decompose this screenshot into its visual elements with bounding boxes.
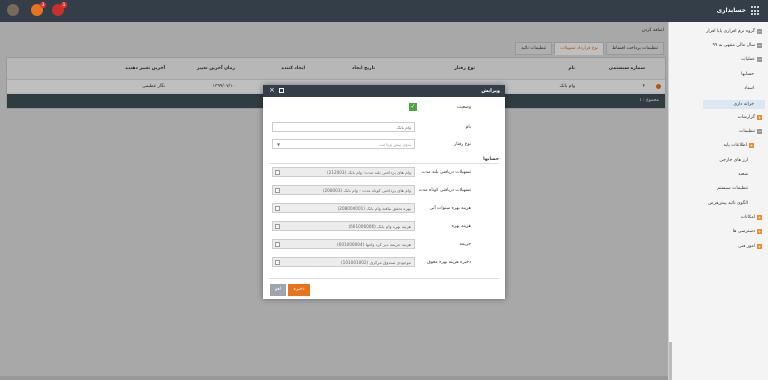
sidebar-item-operations[interactable]: عملیات − [741, 57, 762, 62]
lookup-value: وام های پرداختی بلند مدت- وام بانک (2120… [326, 170, 411, 175]
sidebar-item-treasury[interactable]: خزانه داری [703, 100, 765, 109]
sidebar-item-settings[interactable]: تنظیمات − [739, 129, 762, 134]
lookup-icon[interactable] [275, 260, 280, 265]
sidebar-item-label: خزانه داری [733, 102, 754, 107]
sidebar-item-label: الگوی تائید پیش‌فرض [708, 201, 748, 206]
sidebar-item-label: اسناد [744, 86, 754, 91]
name-input[interactable]: وام بانک [272, 122, 415, 132]
sidebar-item-label: تنظیمات [739, 129, 755, 134]
future-interest-lookup[interactable]: بهره تحقق نیافته وام بانک (208004001) [272, 203, 415, 213]
penalty-lookup[interactable]: هزینه جریمه دیر کرد وامها (601006004) [272, 239, 415, 249]
sidebar-item-reports[interactable]: گزارشات + [738, 115, 762, 120]
field-label: جریمه [459, 242, 471, 247]
interest-expense-lookup[interactable]: هزینه بهره وام بانک (601006006) [272, 221, 415, 231]
top-bar: حسابداری 3 1 [0, 0, 768, 22]
sidebar-item-label: دسترسی ها [732, 229, 755, 234]
plus-icon: + [749, 143, 754, 148]
status-checkbox[interactable]: ✓ [409, 103, 417, 111]
sidebar-item-label: امکانات [740, 215, 755, 220]
sidebar-item-label: گروه نرم افزاری پایا افزار [706, 29, 755, 34]
accounts-section-title: حسابها [483, 157, 499, 162]
sidebar-item-label: گزارشات [737, 115, 755, 120]
lookup-icon[interactable] [275, 242, 280, 247]
behavior-label: نوع رفتار [454, 142, 471, 147]
name-label: نام [465, 125, 471, 130]
plus-icon: + [757, 229, 762, 234]
lookup-icon[interactable] [275, 206, 280, 211]
field-label: تسهیلات دریافتی بلند مدت [421, 170, 471, 175]
plus-icon: + [757, 244, 762, 249]
sidebar-item-label: حسابها [741, 72, 754, 77]
status-label: وضعیت [457, 105, 471, 110]
plus-icon: + [757, 215, 762, 220]
sidebar-item-permissions[interactable]: دسترسی ها + [733, 229, 762, 234]
sidebar-item-accounts[interactable]: حسابها [741, 72, 754, 77]
alert-badge: 1 [61, 2, 67, 8]
minus-icon: − [757, 43, 762, 48]
plus-icon: + [757, 115, 762, 120]
short-term-facility-lookup[interactable]: وام های پرداختی کوتاه مدت - وام بانک (20… [272, 185, 415, 195]
behavior-select-value: بدون پیش پرداخت [378, 142, 411, 147]
lookup-value: موجودی صندوق مرکزی (101001002) [341, 260, 411, 265]
field-label: ذخیره هزینه بهره معوق [427, 260, 471, 265]
sidebar-item-label: شعبه [738, 172, 748, 177]
sidebar-item-base-info[interactable]: اطلاعات پایه + [723, 143, 754, 148]
sidebar-item-label: عملیات [741, 57, 755, 62]
avatar[interactable] [7, 4, 19, 16]
lookup-value: وام های پرداختی کوتاه مدت - وام بانک (20… [322, 188, 411, 193]
chevron-down-icon: ▼ [277, 142, 281, 147]
sidebar-item-label: اطلاعات پایه [723, 143, 747, 148]
lookup-value: هزینه بهره وام بانک (601006006) [348, 224, 411, 229]
sidebar-item-features[interactable]: امکانات + [741, 215, 762, 220]
behavior-select[interactable]: بدون پیش پرداخت ▼ [272, 139, 415, 149]
divider [269, 163, 499, 164]
save-button[interactable]: ذخیره [288, 284, 310, 296]
divider [269, 278, 499, 279]
apps-grid-icon[interactable] [751, 6, 761, 16]
sidebar-item-documents[interactable]: اسناد [744, 86, 754, 91]
cancel-button[interactable]: لغو [270, 284, 286, 296]
lookup-icon[interactable] [275, 224, 280, 229]
close-icon[interactable]: × [269, 87, 275, 94]
sidebar-item-branch[interactable]: شعبه [738, 172, 748, 177]
notification-badge: 3 [40, 2, 46, 8]
sidebar-item-system-settings[interactable]: تنظیمات سیستم [717, 186, 748, 191]
minus-icon: − [757, 57, 762, 62]
lookup-icon[interactable] [275, 188, 280, 193]
edit-dialog: ویرایش × وضعیت ✓ نام وام بانک نوع رفتار … [263, 85, 505, 299]
sidebar-item-company[interactable]: گروه نرم افزاری پایا افزار − [706, 29, 762, 34]
sidebar-item-technical[interactable]: امور فنی + [738, 244, 762, 249]
app-title: حسابداری [716, 7, 746, 14]
minus-icon: − [757, 129, 762, 134]
long-term-facility-lookup[interactable]: وام های پرداختی بلند مدت- وام بانک (2120… [272, 167, 415, 177]
lookup-icon[interactable] [275, 170, 280, 175]
sidebar-item-approval-pattern[interactable]: الگوی تائید پیش‌فرض [708, 201, 748, 206]
lookup-value: بهره تحقق نیافته وام بانک (208004001) [337, 206, 411, 211]
field-label: هزینه بهره سنوات آتی [429, 206, 471, 211]
sidebar-item-label: ارز های خارجی [719, 158, 748, 163]
lookup-value: هزینه جریمه دیر کرد وامها (601006004) [337, 242, 411, 247]
deferred-interest-lookup[interactable]: موجودی صندوق مرکزی (101001002) [272, 257, 415, 267]
sidebar-item-label: امور فنی [738, 244, 755, 249]
field-label: تسهیلات دریافتی کوتاه مدت [418, 188, 471, 193]
sidebar-item-currencies[interactable]: ارز های خارجی [719, 158, 748, 163]
sidebar: گروه نرم افزاری پایا افزار − سال مالی منت… [668, 22, 768, 380]
dialog-title: ویرایش [481, 88, 500, 94]
minus-icon: − [757, 29, 762, 34]
field-label: هزینه بهره [451, 224, 471, 229]
sidebar-scrollbar[interactable] [669, 342, 672, 380]
sidebar-item-label: سال مالی منتهی به ۹۹ [712, 43, 756, 48]
sidebar-item-fiscal-year[interactable]: سال مالی منتهی به ۹۹− [712, 43, 762, 48]
dialog-header: ویرایش × [263, 85, 505, 97]
maximize-icon[interactable] [279, 88, 284, 93]
sidebar-item-label: تنظیمات سیستم [717, 186, 748, 191]
